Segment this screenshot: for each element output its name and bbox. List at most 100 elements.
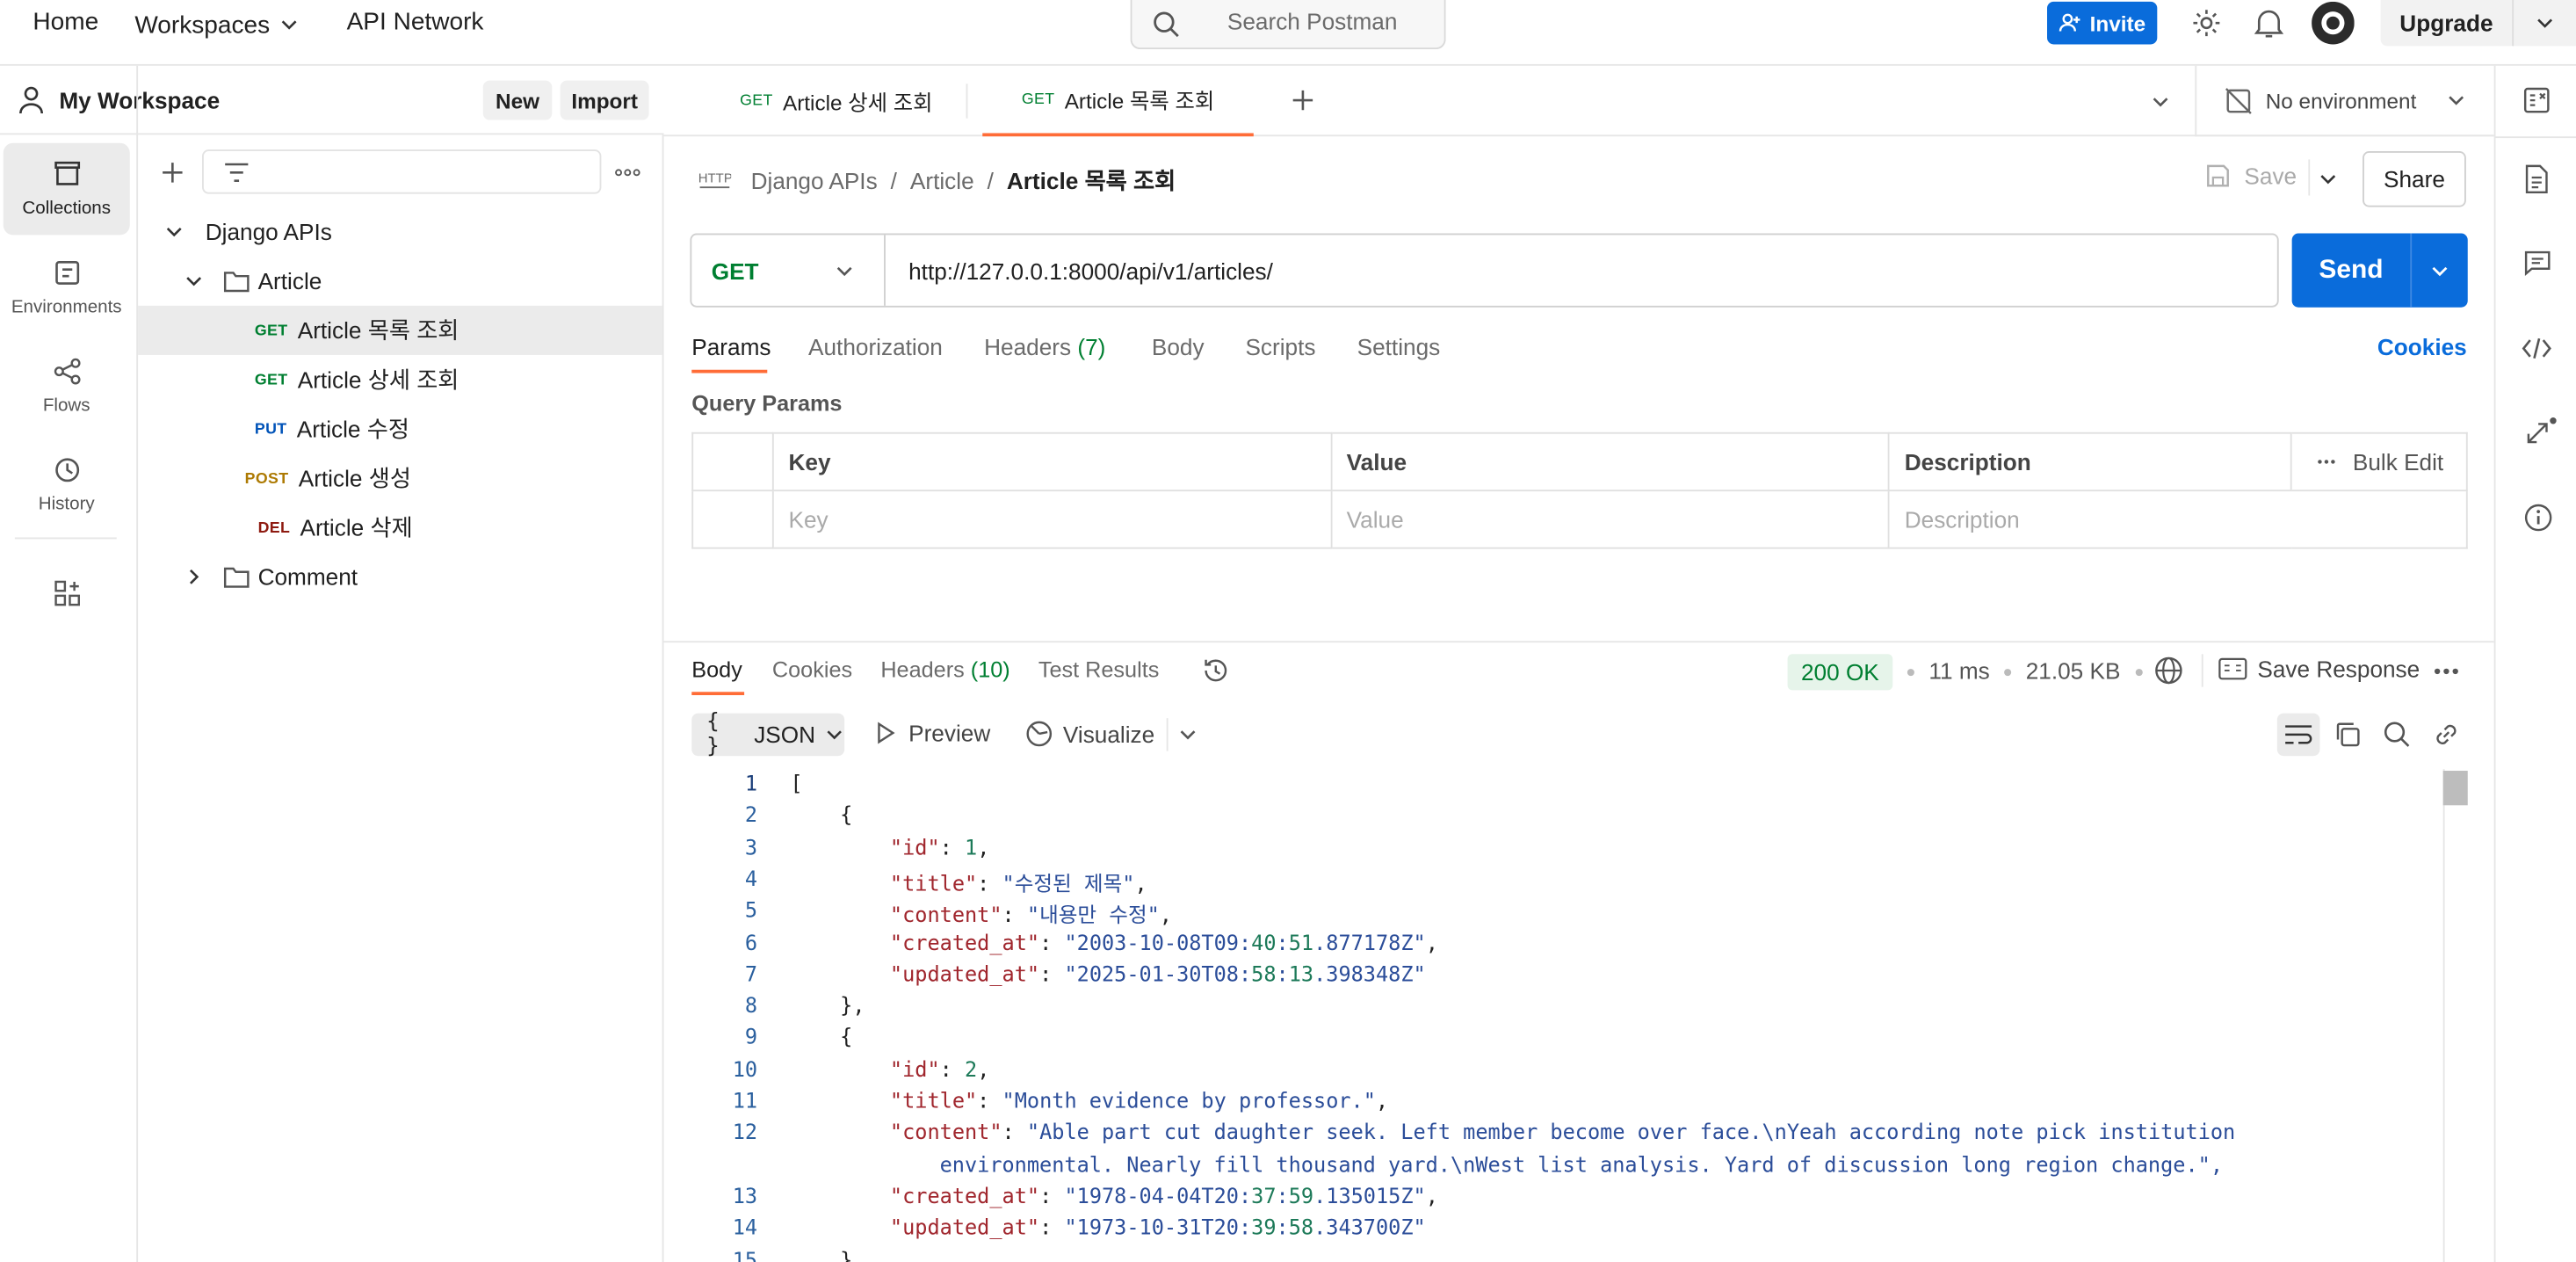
- scrollbar-thumb[interactable]: [2442, 771, 2468, 806]
- invite-label: Invite: [2089, 11, 2146, 36]
- more-icon[interactable]: [2433, 667, 2459, 675]
- comments-icon[interactable]: [2523, 250, 2551, 276]
- tab-body[interactable]: Body: [1152, 334, 1205, 360]
- response-divider[interactable]: [663, 641, 2494, 643]
- tab-label: Article 상세 조회: [782, 90, 933, 115]
- tab-article-list[interactable]: GET Article 목록 조회: [982, 66, 1254, 137]
- sidebar-item-environments[interactable]: Environments: [4, 242, 130, 334]
- tree-request-put[interactable]: PUT Article 수정: [138, 404, 662, 453]
- chevron-down-icon[interactable]: [1178, 725, 1198, 744]
- import-button[interactable]: Import: [560, 80, 649, 120]
- tab-authorization[interactable]: Authorization: [808, 334, 943, 360]
- method-badge: GET: [740, 91, 773, 111]
- line-number: 5: [744, 897, 758, 923]
- code-icon[interactable]: [2522, 335, 2551, 361]
- environment-selector[interactable]: No environment: [2195, 65, 2494, 137]
- tab-scripts[interactable]: Scripts: [1245, 334, 1315, 360]
- status-badge[interactable]: 200 OK: [1787, 654, 1893, 691]
- description-input[interactable]: Description: [1888, 490, 2468, 549]
- tab-article-detail[interactable]: GET Article 상세 조회: [697, 66, 976, 136]
- environment-quicklook-icon[interactable]: [2522, 85, 2551, 115]
- tree-collection-django-apis[interactable]: Django APIs: [138, 207, 662, 257]
- tab-params[interactable]: Params: [691, 334, 771, 374]
- add-user-icon: [2059, 13, 2080, 32]
- more-icon[interactable]: [614, 168, 640, 178]
- chevron-down-icon[interactable]: [2151, 92, 2170, 112]
- cookies-link[interactable]: Cookies: [2377, 334, 2467, 360]
- tree-folder-comment[interactable]: Comment: [138, 552, 662, 601]
- url-bar: GET http://127.0.0.1:8000/api/v1/article…: [690, 233, 2279, 308]
- preview-button[interactable]: Preview: [876, 720, 990, 746]
- tree-folder-article[interactable]: Article: [138, 257, 662, 306]
- table-header-row: Key Value Description Bulk Edit: [691, 432, 2468, 492]
- chevron-down-icon[interactable]: [2319, 170, 2338, 189]
- response-size[interactable]: 21.05 KB: [2026, 657, 2121, 684]
- breadcrumb-folder[interactable]: Article: [910, 168, 974, 194]
- search-input[interactable]: Search Postman: [1130, 0, 1446, 50]
- wrap-lines-button[interactable]: [2276, 713, 2320, 757]
- method-value: GET: [711, 257, 759, 284]
- link-icon[interactable]: [2432, 720, 2462, 750]
- tab-headers[interactable]: Headers (7): [984, 334, 1105, 360]
- add-icon[interactable]: [161, 161, 184, 184]
- visualize-button[interactable]: Visualize: [1025, 720, 1154, 748]
- sidebar-item-history[interactable]: History: [4, 439, 130, 531]
- sidebar-item-collections[interactable]: Collections: [3, 142, 130, 236]
- save-response-button[interactable]: Save Response: [2218, 656, 2420, 682]
- http-icon: HTTP: [698, 171, 731, 189]
- key-input[interactable]: Key: [771, 490, 1332, 549]
- bell-icon[interactable]: [2254, 6, 2284, 39]
- related-collections-icon[interactable]: [2523, 417, 2557, 447]
- copy-icon[interactable]: [2333, 720, 2363, 750]
- code-line: "updated_at": "2025-01-30T08:58:13.39834…: [889, 961, 1426, 986]
- share-label: Share: [2384, 165, 2445, 192]
- history-icon[interactable]: [1201, 656, 1231, 685]
- search-icon[interactable]: [2383, 720, 2413, 750]
- response-tab-headers[interactable]: Headers (10): [880, 657, 1009, 682]
- nav-api-network[interactable]: API Network: [347, 8, 484, 40]
- bulk-edit-button[interactable]: Bulk Edit: [2353, 449, 2443, 475]
- save-response-icon: [2218, 657, 2247, 680]
- response-tab-body[interactable]: Body: [691, 657, 745, 696]
- send-button[interactable]: Send: [2292, 234, 2411, 308]
- send-options-button[interactable]: [2412, 234, 2468, 308]
- share-button[interactable]: Share: [2363, 151, 2466, 207]
- response-tab-cookies[interactable]: Cookies: [772, 657, 852, 682]
- page-title[interactable]: Article 목록 조회: [1007, 164, 1176, 197]
- new-button[interactable]: New: [482, 80, 553, 120]
- globe-icon[interactable]: [2154, 656, 2184, 685]
- nav-home[interactable]: Home: [33, 8, 98, 40]
- breadcrumb-collection[interactable]: Django APIs: [751, 168, 878, 194]
- save-button[interactable]: Save: [2205, 163, 2297, 189]
- response-time[interactable]: 11 ms: [1928, 657, 1989, 684]
- more-icon[interactable]: [2317, 459, 2336, 465]
- visualize-label: Visualize: [1062, 720, 1155, 747]
- response-tab-test-results[interactable]: Test Results: [1038, 657, 1160, 682]
- invite-button[interactable]: Invite: [2047, 1, 2158, 45]
- method-selector[interactable]: GET: [691, 235, 886, 306]
- tab-settings[interactable]: Settings: [1357, 334, 1441, 360]
- upgrade-dropdown[interactable]: [2512, 0, 2576, 47]
- info-icon[interactable]: [2523, 503, 2553, 533]
- add-tab-icon[interactable]: [1292, 89, 1314, 112]
- sidebar-item-flows[interactable]: Flows: [4, 340, 130, 432]
- scrollbar[interactable]: [2442, 769, 2468, 1262]
- documentation-icon[interactable]: [2523, 164, 2550, 194]
- upgrade-button[interactable]: Upgrade: [2380, 0, 2513, 47]
- braces-icon: { }: [706, 709, 720, 759]
- avatar[interactable]: [2312, 1, 2355, 45]
- value-input[interactable]: Value: [1329, 490, 1890, 549]
- tree-request-get-detail[interactable]: GET Article 상세 조회: [138, 355, 662, 404]
- gear-icon[interactable]: [2190, 6, 2223, 39]
- format-selector[interactable]: { } JSON: [691, 710, 845, 759]
- headers-count: (10): [970, 657, 1010, 683]
- nav-workspaces[interactable]: Workspaces: [134, 8, 299, 40]
- filter-input[interactable]: [202, 149, 602, 194]
- tree-request-get-list[interactable]: GET Article 목록 조회: [138, 305, 662, 355]
- add-apps-icon[interactable]: [53, 578, 83, 608]
- url-input[interactable]: http://127.0.0.1:8000/api/v1/articles/: [887, 235, 2277, 305]
- tab-label: Headers: [880, 657, 965, 683]
- response-body-editor[interactable]: 1 [2 {3 "id": 1, 4 "title": "수정된 제목", 5 "co…: [691, 769, 2442, 1262]
- tree-request-delete[interactable]: DEL Article 삭제: [138, 503, 662, 552]
- tree-request-post[interactable]: POST Article 생성: [138, 453, 662, 503]
